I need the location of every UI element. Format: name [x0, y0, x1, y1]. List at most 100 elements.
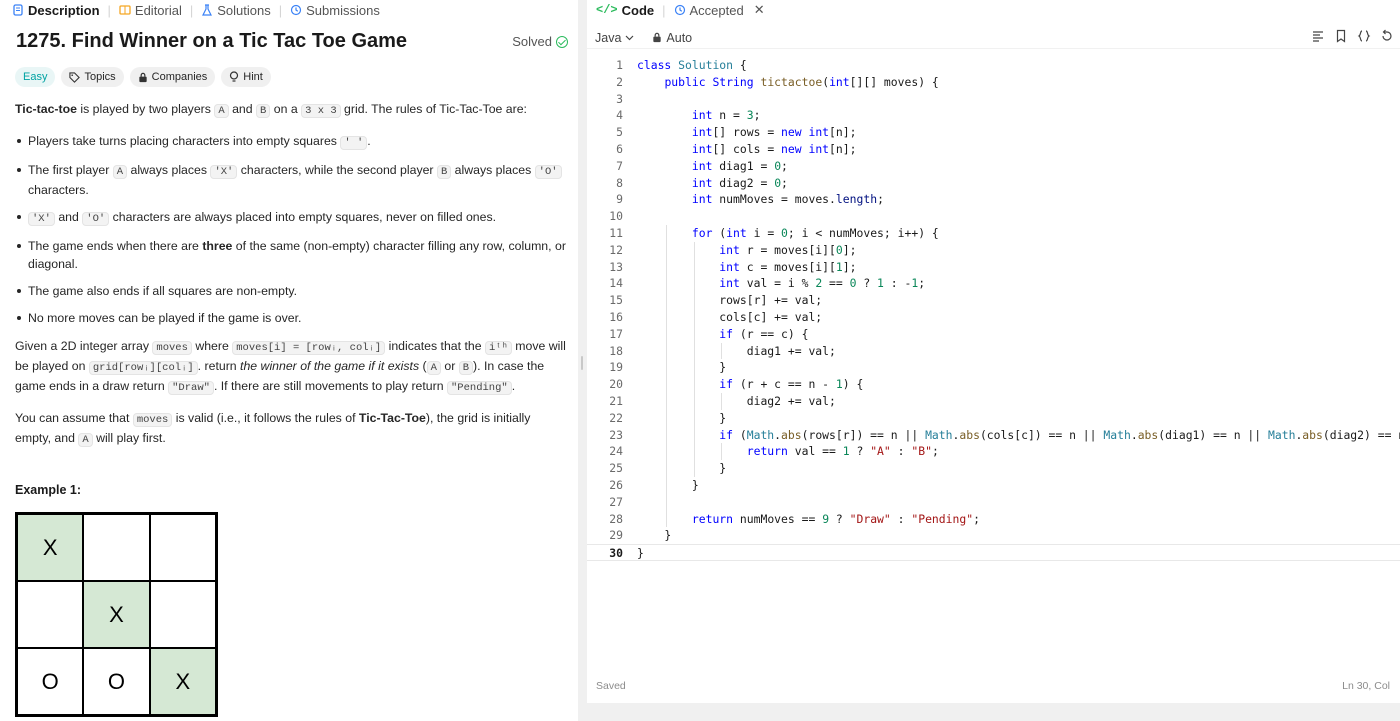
tab-editorial[interactable]: Editorial	[119, 3, 182, 18]
flask-icon	[201, 4, 213, 16]
hint-tag[interactable]: Hint	[221, 67, 271, 87]
code-line[interactable]: 15 rows[r] += val;	[587, 292, 1400, 309]
line-number: 3	[587, 91, 623, 108]
text: will play first.	[93, 431, 166, 445]
line-number: 10	[587, 208, 623, 225]
bookmark-icon[interactable]	[1334, 29, 1348, 43]
tab-description[interactable]: Description	[12, 3, 100, 18]
code-line[interactable]: 6 int[] cols = new int[n];	[587, 141, 1400, 158]
code-line[interactable]: 13 int c = moves[i][1];	[587, 259, 1400, 276]
inline-code: 3 x 3	[301, 104, 341, 118]
close-icon[interactable]: ✕	[754, 2, 765, 18]
inline-code: grid[rowᵢ][colᵢ]	[89, 361, 198, 375]
panel-resize-handle[interactable]	[578, 0, 587, 721]
code-line[interactable]: 17 if (r == c) {	[587, 326, 1400, 343]
text: Given a 2D integer array	[15, 339, 152, 353]
language-select[interactable]: Java	[595, 31, 634, 45]
text: .	[367, 134, 370, 148]
code-line[interactable]: 7 int diag1 = 0;	[587, 158, 1400, 175]
list-item: The game ends when there are three of th…	[15, 237, 567, 273]
line-number: 19	[587, 359, 623, 376]
code-line[interactable]: 29 }	[587, 527, 1400, 544]
code-line[interactable]: 3	[587, 91, 1400, 108]
tag-row: Easy Topics Companies Hint	[15, 67, 271, 87]
board-cell: X	[83, 581, 149, 648]
line-number: 29	[587, 527, 623, 544]
code-line[interactable]: 25 }	[587, 460, 1400, 477]
code-line[interactable]: 21 diag2 += val;	[587, 393, 1400, 410]
braces-icon[interactable]	[1357, 29, 1371, 43]
code-line[interactable]: 1class Solution {	[587, 57, 1400, 74]
code-line[interactable]: 26 }	[587, 477, 1400, 494]
line-number: 25	[587, 460, 623, 477]
companies-tag[interactable]: Companies	[130, 67, 216, 87]
code-line[interactable]: 9 int numMoves = moves.length;	[587, 191, 1400, 208]
topics-tag[interactable]: Topics	[61, 67, 123, 87]
editor-toolbar: Java Auto	[587, 27, 1400, 49]
code-line[interactable]: 8 int diag2 = 0;	[587, 175, 1400, 192]
tab-editorial-label: Editorial	[135, 3, 182, 18]
code-line[interactable]: 11 for (int i = 0; i < numMoves; i++) {	[587, 225, 1400, 242]
reset-icon[interactable]	[1380, 29, 1394, 43]
code-line[interactable]: 2 public String tictactoe(int[][] moves)…	[587, 74, 1400, 91]
code-line[interactable]: 5 int[] rows = new int[n];	[587, 124, 1400, 141]
code-line[interactable]: 14 int val = i % 2 == 0 ? 1 : -1;	[587, 275, 1400, 292]
line-number: 2	[587, 74, 623, 91]
list-item: 'X' and 'O' characters are always placed…	[15, 208, 567, 228]
italic-text: the winner of the game if it exists	[240, 359, 419, 373]
tab-accepted[interactable]: Accepted ✕	[674, 2, 765, 18]
code-line[interactable]: 28 return numMoves == 9 ? "Draw" : "Pend…	[587, 511, 1400, 528]
code-line[interactable]: 16 cols[c] += val;	[587, 309, 1400, 326]
code-line[interactable]: 23 if (Math.abs(rows[r]) == n || Math.ab…	[587, 427, 1400, 444]
code-line[interactable]: 18 diag1 += val;	[587, 343, 1400, 360]
inline-code: 'O'	[82, 212, 109, 226]
code-text: }	[637, 359, 726, 376]
line-number: 30	[587, 545, 623, 562]
hint-label: Hint	[243, 71, 263, 83]
code-line[interactable]: 19 }	[587, 359, 1400, 376]
text: grid. The rules of Tic-Tac-Toe are:	[341, 102, 527, 116]
tab-submissions[interactable]: Submissions	[290, 3, 380, 18]
code-line[interactable]: 20 if (r + c == n - 1) {	[587, 376, 1400, 393]
inline-code: 'X'	[28, 212, 55, 226]
text: on a	[270, 102, 301, 116]
grip-icon	[581, 356, 583, 370]
code-text: if (r == c) {	[637, 326, 808, 343]
auto-mode[interactable]: Auto	[652, 31, 692, 45]
code-text: if (Math.abs(rows[r]) == n || Math.abs(c…	[637, 427, 1400, 444]
code-line[interactable]: 12 int r = moves[i][0];	[587, 242, 1400, 259]
code-text: int n = 3;	[637, 107, 760, 124]
assume-paragraph: You can assume that moves is valid (i.e.…	[15, 409, 567, 449]
line-number: 9	[587, 191, 623, 208]
code-line[interactable]: 24 return val == 1 ? "A" : "B";	[587, 443, 1400, 460]
intro-paragraph: Tic-tac-toe is played by two players A a…	[15, 100, 567, 120]
code-line[interactable]: 10	[587, 208, 1400, 225]
board-cell	[150, 581, 216, 648]
chevron-down-icon	[625, 35, 634, 41]
code-line[interactable]: 22 }	[587, 410, 1400, 427]
code-text: return numMoves == 9 ? "Draw" : "Pending…	[637, 511, 980, 528]
code-editor[interactable]: 1class Solution {2 public String tictact…	[587, 57, 1400, 557]
problem-description: Tic-tac-toe is played by two players A a…	[15, 100, 567, 461]
cursor-position: Ln 30, Col	[1342, 680, 1390, 692]
inline-code: iᵗʰ	[485, 341, 512, 355]
inline-code: ' '	[340, 136, 367, 150]
format-icon[interactable]	[1311, 29, 1325, 43]
code-line[interactable]: 27	[587, 494, 1400, 511]
code-text: }	[637, 527, 671, 544]
code-text: }	[637, 410, 726, 427]
line-number: 20	[587, 376, 623, 393]
code-line[interactable]: 30}	[587, 544, 1400, 561]
line-number: 27	[587, 494, 623, 511]
tab-code[interactable]: </> Code	[596, 3, 654, 18]
title-row: 1275. Find Winner on a Tic Tac Toe Game …	[16, 30, 568, 53]
difficulty-tag[interactable]: Easy	[15, 67, 55, 87]
text: characters are always placed into empty …	[109, 210, 496, 224]
indent-guide	[694, 242, 695, 477]
text: always places	[127, 163, 210, 177]
text: .	[512, 379, 515, 393]
indent-guide	[666, 225, 667, 527]
tab-solutions[interactable]: Solutions	[201, 3, 270, 18]
code-line[interactable]: 4 int n = 3;	[587, 107, 1400, 124]
text: . return	[198, 359, 240, 373]
